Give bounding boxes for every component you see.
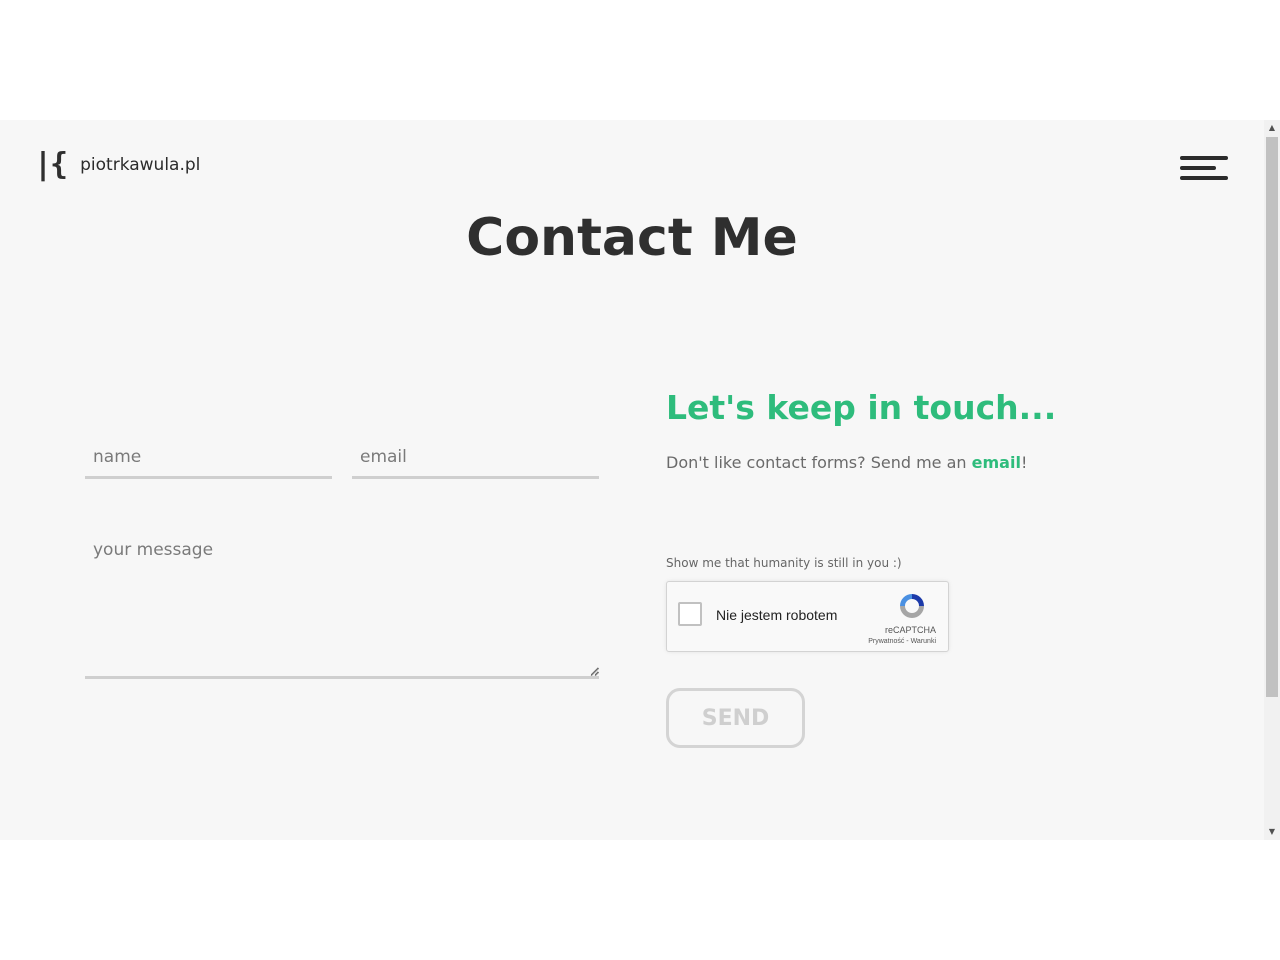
touch-heading: Let's keep in touch... <box>666 388 1057 427</box>
vertical-scrollbar[interactable]: ▲ ▼ <box>1264 120 1280 840</box>
scroll-up-arrow-icon[interactable]: ▲ <box>1264 120 1280 136</box>
page-title: Contact Me <box>466 208 798 268</box>
menu-line <box>1180 156 1228 160</box>
recaptcha-brand: reCAPTCHA <box>884 625 936 635</box>
contact-note-text: Don't like contact forms? Send me an <box>666 453 972 472</box>
hamburger-menu-icon[interactable] <box>1180 156 1228 182</box>
site-logo[interactable]: |{ piotrkawula.pl <box>34 148 200 182</box>
recaptcha-label: Nie jestem robotem <box>716 607 838 623</box>
menu-line <box>1180 166 1216 170</box>
recaptcha-checkbox[interactable] <box>678 602 702 626</box>
menu-line <box>1180 176 1228 180</box>
name-input[interactable] <box>85 438 332 479</box>
recaptcha-widget: Nie jestem robotem reCAPTCHA Prywatność … <box>666 581 949 652</box>
contact-note: Don't like contact forms? Send me an ema… <box>666 453 1027 472</box>
scrollbar-thumb[interactable] <box>1266 137 1278 697</box>
contact-note-end: ! <box>1020 453 1028 472</box>
resize-grip-icon[interactable] <box>589 666 599 676</box>
captcha-prompt: Show me that humanity is still in you :) <box>666 556 902 570</box>
email-link[interactable]: email <box>972 453 1021 472</box>
message-textarea[interactable] <box>85 530 599 679</box>
recaptcha-logo-icon <box>900 594 924 618</box>
site-name[interactable]: piotrkawula.pl <box>80 155 200 175</box>
scroll-down-arrow-icon[interactable]: ▼ <box>1264 824 1280 840</box>
recaptcha-links[interactable]: Prywatność - Warunki <box>868 638 936 645</box>
logo-mark: |{ <box>34 147 68 182</box>
email-input[interactable] <box>352 438 599 479</box>
page-viewport: |{ piotrkawula.pl Contact Me Let's keep … <box>0 120 1280 840</box>
send-button[interactable]: SEND <box>666 688 805 748</box>
